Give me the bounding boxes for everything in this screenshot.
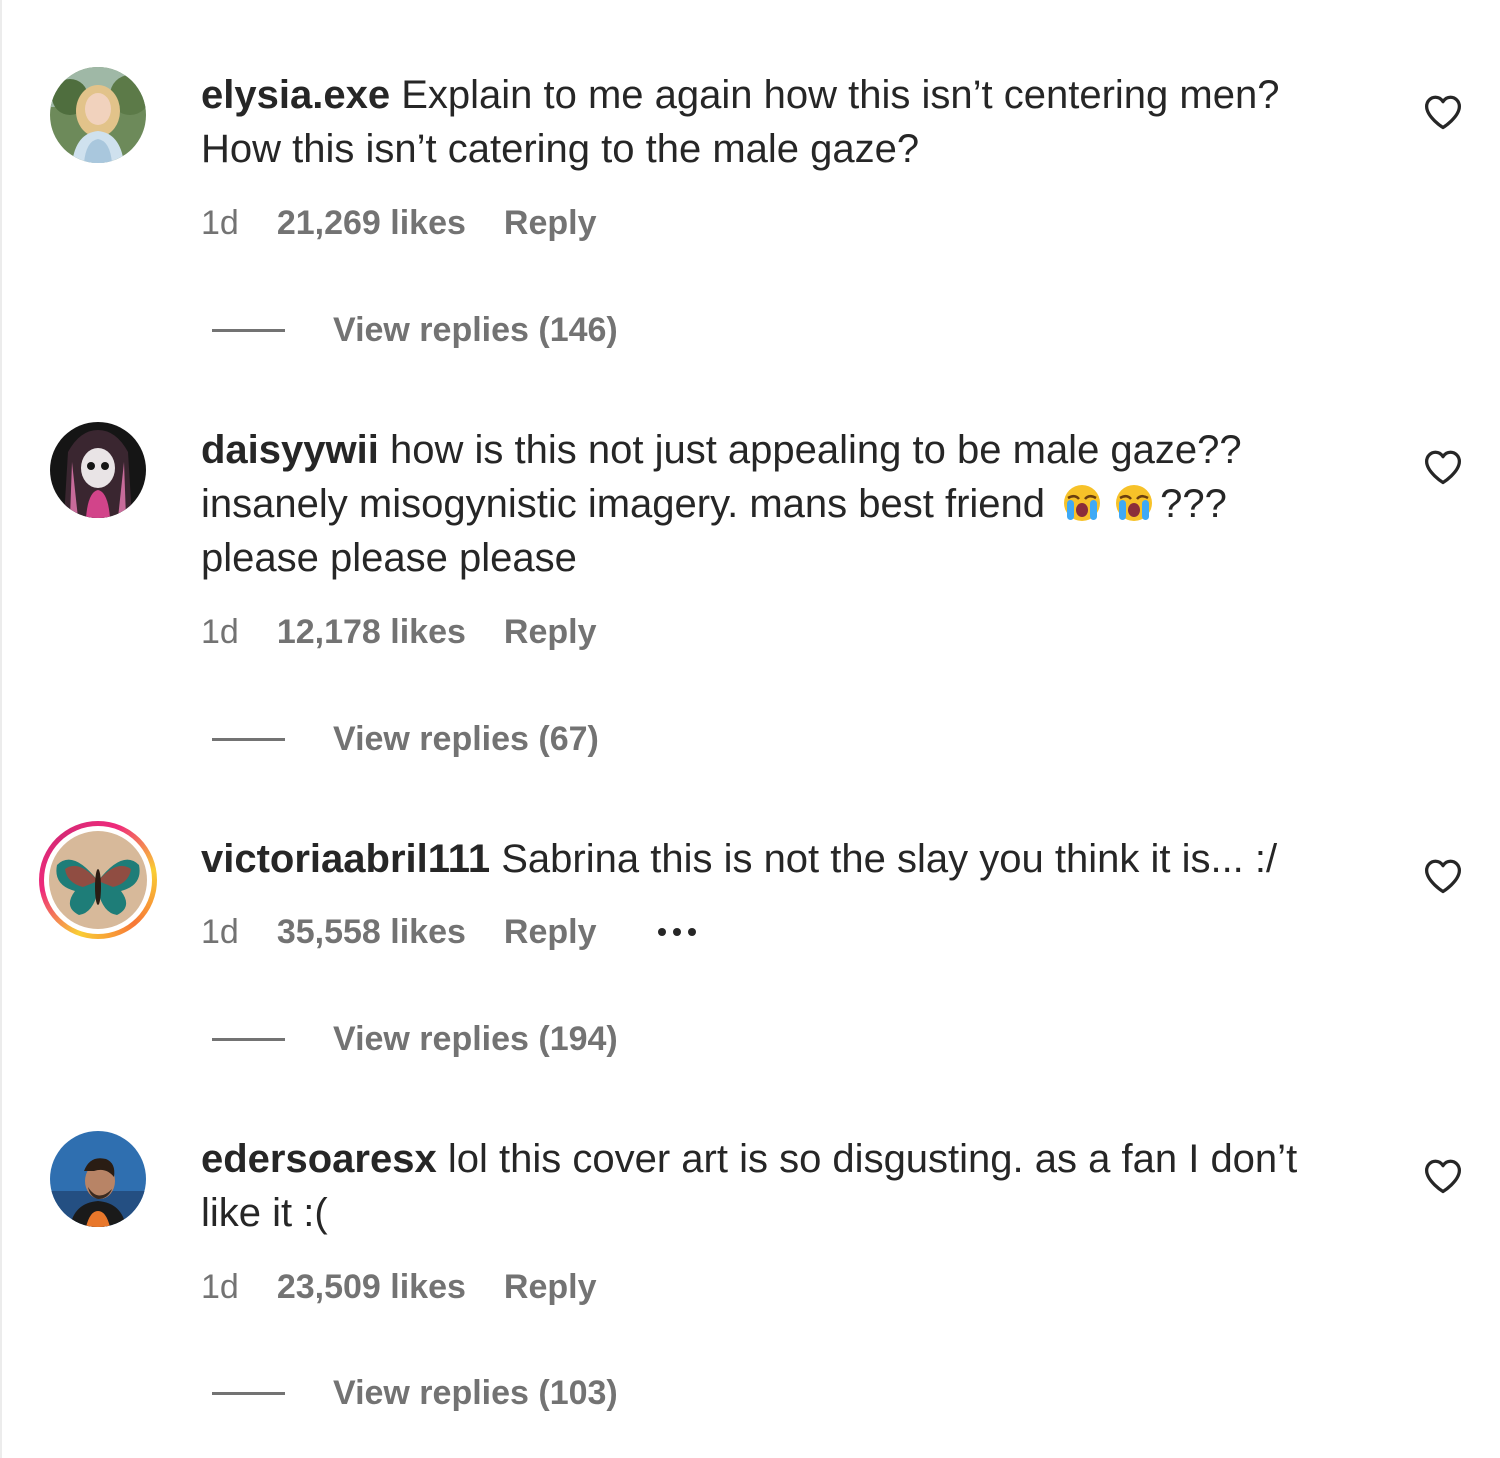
like-heart-icon[interactable] — [1423, 94, 1463, 130]
reply-button[interactable]: Reply — [504, 913, 597, 952]
like-heart-icon[interactable] — [1423, 449, 1463, 485]
comment-time[interactable]: 1d — [201, 613, 239, 652]
replies-divider-line — [212, 1037, 285, 1041]
comment-likes[interactable]: 12,178 likes — [277, 613, 466, 652]
comment-text: edersoaresx lol this cover art is so dis… — [201, 1132, 1341, 1240]
view-replies-button[interactable]: View replies (194) — [212, 1017, 618, 1061]
comment-time[interactable]: 1d — [201, 1268, 239, 1307]
avatar-elysia-exe[interactable] — [50, 67, 146, 163]
comment-meta: 1d 23,509 likes Reply — [201, 1265, 596, 1309]
comment-text: victoriaabril111 Sabrina this is not the… — [201, 832, 1341, 886]
comment-likes[interactable]: 23,509 likes — [277, 1268, 466, 1307]
view-replies-button[interactable]: View replies (146) — [212, 308, 618, 352]
view-replies-button[interactable]: View replies (103) — [212, 1371, 618, 1415]
comment-text: daisyywii how is this not just appealing… — [201, 423, 1341, 585]
replies-divider-line — [212, 1391, 285, 1395]
reply-button[interactable]: Reply — [504, 613, 597, 652]
loudly-crying-face-icon — [1062, 483, 1102, 523]
avatar-victoriaabril111[interactable] — [39, 821, 157, 939]
replies-divider-line — [212, 737, 285, 741]
reply-button[interactable]: Reply — [504, 1268, 597, 1307]
comment-username[interactable]: victoriaabril111 — [201, 837, 490, 881]
view-replies-label: View replies (67) — [333, 719, 599, 758]
comment-meta: 1d 12,178 likes Reply — [201, 610, 596, 654]
reply-button[interactable]: Reply — [504, 204, 597, 243]
view-replies-label: View replies (194) — [333, 1019, 618, 1058]
avatar-edersoaresx[interactable] — [50, 1131, 146, 1227]
avatar-photo-blonde-woman-icon — [50, 67, 146, 163]
view-replies-label: View replies (103) — [333, 1373, 618, 1412]
comment-meta: 1d 21,269 likes Reply — [201, 201, 596, 245]
comment-meta: 1d 35,558 likes Reply — [201, 910, 697, 954]
left-border — [0, 0, 2, 1458]
comment-time[interactable]: 1d — [201, 204, 239, 243]
avatar-daisyywii[interactable] — [50, 422, 146, 518]
comment-body-line3: please please please — [201, 536, 577, 580]
comment-username[interactable]: edersoaresx — [201, 1137, 437, 1181]
loudly-crying-face-icon — [1114, 483, 1154, 523]
avatar-butterfly-with-story-ring-icon — [49, 831, 147, 929]
comment-likes[interactable]: 21,269 likes — [277, 204, 466, 243]
comment-username[interactable]: daisyywii — [201, 428, 379, 472]
comment-time[interactable]: 1d — [201, 913, 239, 952]
comment-body-suffix: ??? — [1160, 482, 1227, 526]
comment-username[interactable]: elysia.exe — [201, 73, 390, 117]
replies-divider-line — [212, 328, 285, 332]
like-heart-icon[interactable] — [1423, 858, 1463, 894]
like-heart-icon[interactable] — [1423, 1158, 1463, 1194]
avatar-man-blue-background-icon — [50, 1131, 146, 1227]
view-replies-label: View replies (146) — [333, 310, 618, 349]
more-options-icon[interactable] — [658, 928, 697, 936]
comment-likes[interactable]: 35,558 likes — [277, 913, 466, 952]
avatar-anime-doll-icon — [50, 422, 146, 518]
view-replies-button[interactable]: View replies (67) — [212, 717, 599, 761]
comment-text: elysia.exe Explain to me again how this … — [201, 68, 1341, 176]
comment-body: Sabrina this is not the slay you think i… — [501, 837, 1278, 881]
